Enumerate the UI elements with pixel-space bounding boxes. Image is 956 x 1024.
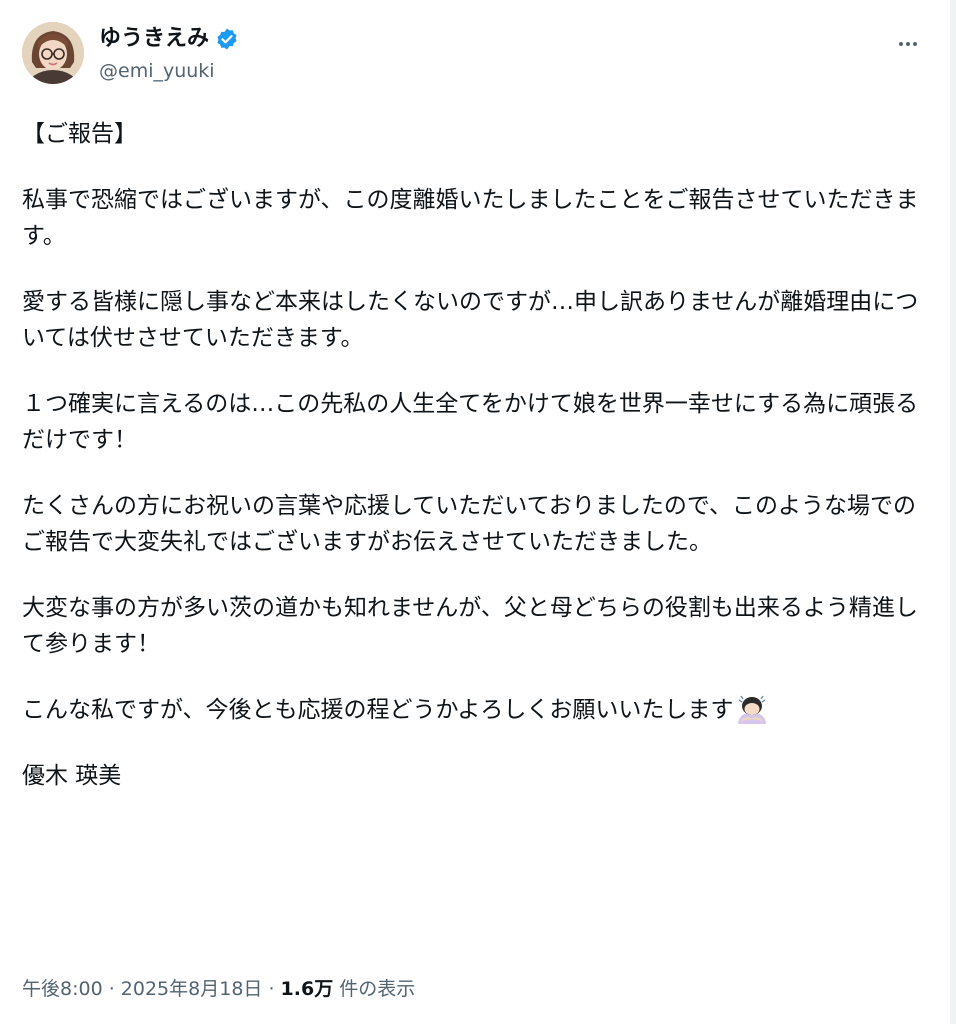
post-time[interactable]: 午後8:00: [22, 978, 103, 1000]
more-dot: [913, 42, 917, 46]
post-paragraph-2: 愛する皆様に隠し事など本来はしたくないのですが…申し訳ありませんが離婚理由につい…: [22, 289, 919, 351]
post-body: 【ご報告】 私事で恐縮ではございますが、この度離婚いたしましたことをご報告させて…: [22, 116, 927, 824]
name-row: ゆうきえみ: [99, 24, 239, 54]
avatar[interactable]: [22, 22, 84, 84]
post-closing: こんな私ですが、今後とも応援の程どうかよろしくお願いいたします: [22, 697, 734, 723]
user-handle[interactable]: @emi_yuuki: [99, 58, 215, 84]
verified-badge-icon: [217, 28, 237, 50]
post-footer: 午後8:00 · 2025年8月18日 · 1.6万 件の表示: [22, 972, 415, 1006]
post-signature: 優木 瑛美: [22, 763, 122, 789]
display-name[interactable]: ゆうきえみ: [99, 24, 209, 54]
views-label: 件の表示: [333, 978, 416, 1000]
post-heading: 【ご報告】: [22, 121, 137, 147]
post-closing-line: こんな私ですが、今後とも応援の程どうかよろしくお願いいたします: [22, 692, 927, 728]
post-paragraph-4: たくさんの方にお祝いの言葉や応援していただいておりましたので、このような場でのご…: [22, 493, 917, 555]
post-header: ゆうきえみ @emi_yuuki: [22, 22, 930, 88]
avatar-photo-icon: [22, 22, 84, 84]
more-dot: [906, 42, 910, 46]
more-options-icon[interactable]: [892, 28, 924, 60]
post-paragraph-3: １つ確実に言えるのは…この先私の人生全てをかけて娘を世界一幸せにする為に頑張るだ…: [22, 391, 919, 453]
post-paragraph-5: 大変な事の方が多い茨の道かも知れませんが、父と母どちらの役割も出来るよう精進して…: [22, 595, 918, 657]
footer-separator: ·: [262, 978, 281, 1000]
views-count: 1.6万: [280, 978, 334, 1000]
post-paragraph-1: 私事で恐縮ではございますが、この度離婚いたしましたことをご報告させていただきます…: [22, 187, 919, 249]
footer-separator: ·: [102, 978, 121, 1000]
person-bowing-emoji-icon: [738, 695, 767, 724]
right-edge-border: [950, 0, 956, 1024]
post-date[interactable]: 2025年8月18日: [121, 978, 263, 1000]
more-dot: [899, 42, 903, 46]
